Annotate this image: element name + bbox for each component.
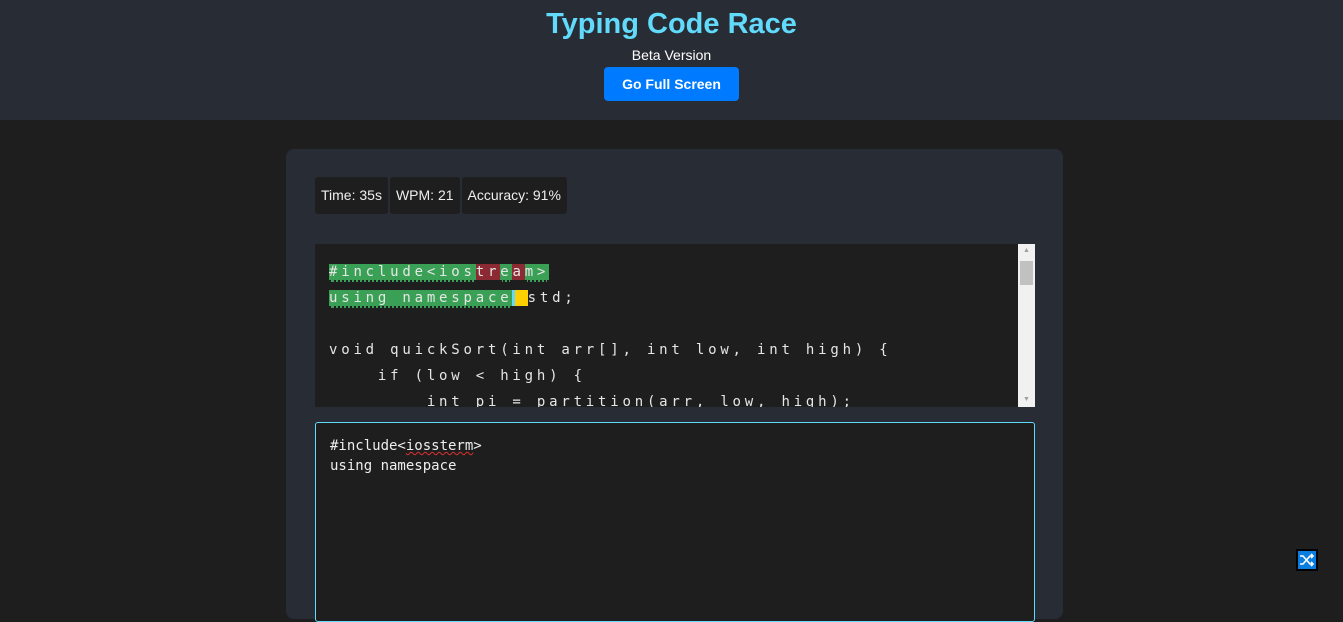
code-segment-correct: #include<ios [329, 264, 476, 282]
code-segment-wrong: a [512, 264, 525, 280]
page-title: Typing Code Race [546, 8, 797, 40]
scroll-down-arrow-icon[interactable]: ▼ [1018, 393, 1035, 407]
code-segment-current [512, 290, 528, 306]
misspelled-word: iossterm [405, 438, 474, 454]
scrollbar[interactable]: ▲ ▼ [1018, 244, 1035, 407]
code-line: #include<iostream> [329, 259, 892, 285]
stats-bar: Time: 35s WPM: 21 Accuracy: 91% [315, 177, 567, 214]
accuracy-stat: Accuracy: 91% [461, 177, 567, 214]
code-line: int pi = partition(arr, low, high); [329, 389, 892, 407]
code-segment-correct: m> [524, 264, 550, 282]
shuffle-icon [1300, 553, 1315, 567]
input-text: using namespace [330, 458, 457, 474]
code-segment-wrong: tr [475, 264, 501, 280]
code-lines: #include<iostream> using namespace std; vo… [329, 259, 892, 407]
code-segment-pending: int pi = partition(arr, low, high); [329, 394, 855, 407]
code-segment-pending: if (low < high) { [329, 368, 586, 384]
code-segment-pending: void quickSort(int arr[], int low, int h… [329, 342, 892, 358]
shuffle-button[interactable] [1296, 549, 1318, 571]
go-full-screen-button[interactable]: Go Full Screen [604, 67, 739, 101]
code-line: if (low < high) { [329, 363, 892, 389]
input-text: > [473, 438, 482, 454]
code-display: #include<iostream> using namespace std; vo… [315, 244, 1035, 407]
code-segment-correct: using namespace [329, 290, 513, 308]
scrollbar-thumb[interactable] [1020, 261, 1033, 285]
scroll-up-arrow-icon[interactable]: ▲ [1018, 244, 1035, 258]
version-label: Beta Version [631, 47, 712, 63]
code-segment-pending: std; [527, 290, 577, 306]
code-line: void quickSort(int arr[], int low, int h… [329, 337, 892, 363]
race-card: Time: 35s WPM: 21 Accuracy: 91% #include… [286, 149, 1063, 622]
typing-input[interactable]: #include<iossterm> using namespace [315, 422, 1035, 622]
wpm-stat: WPM: 21 [389, 177, 460, 214]
app-header: Typing Code Race Beta Version Go Full Sc… [0, 0, 1343, 120]
code-segment-correct: e [500, 264, 513, 282]
code-line: using namespace std; [329, 285, 892, 311]
input-text: #include< [330, 438, 406, 454]
time-stat: Time: 35s [315, 177, 388, 214]
